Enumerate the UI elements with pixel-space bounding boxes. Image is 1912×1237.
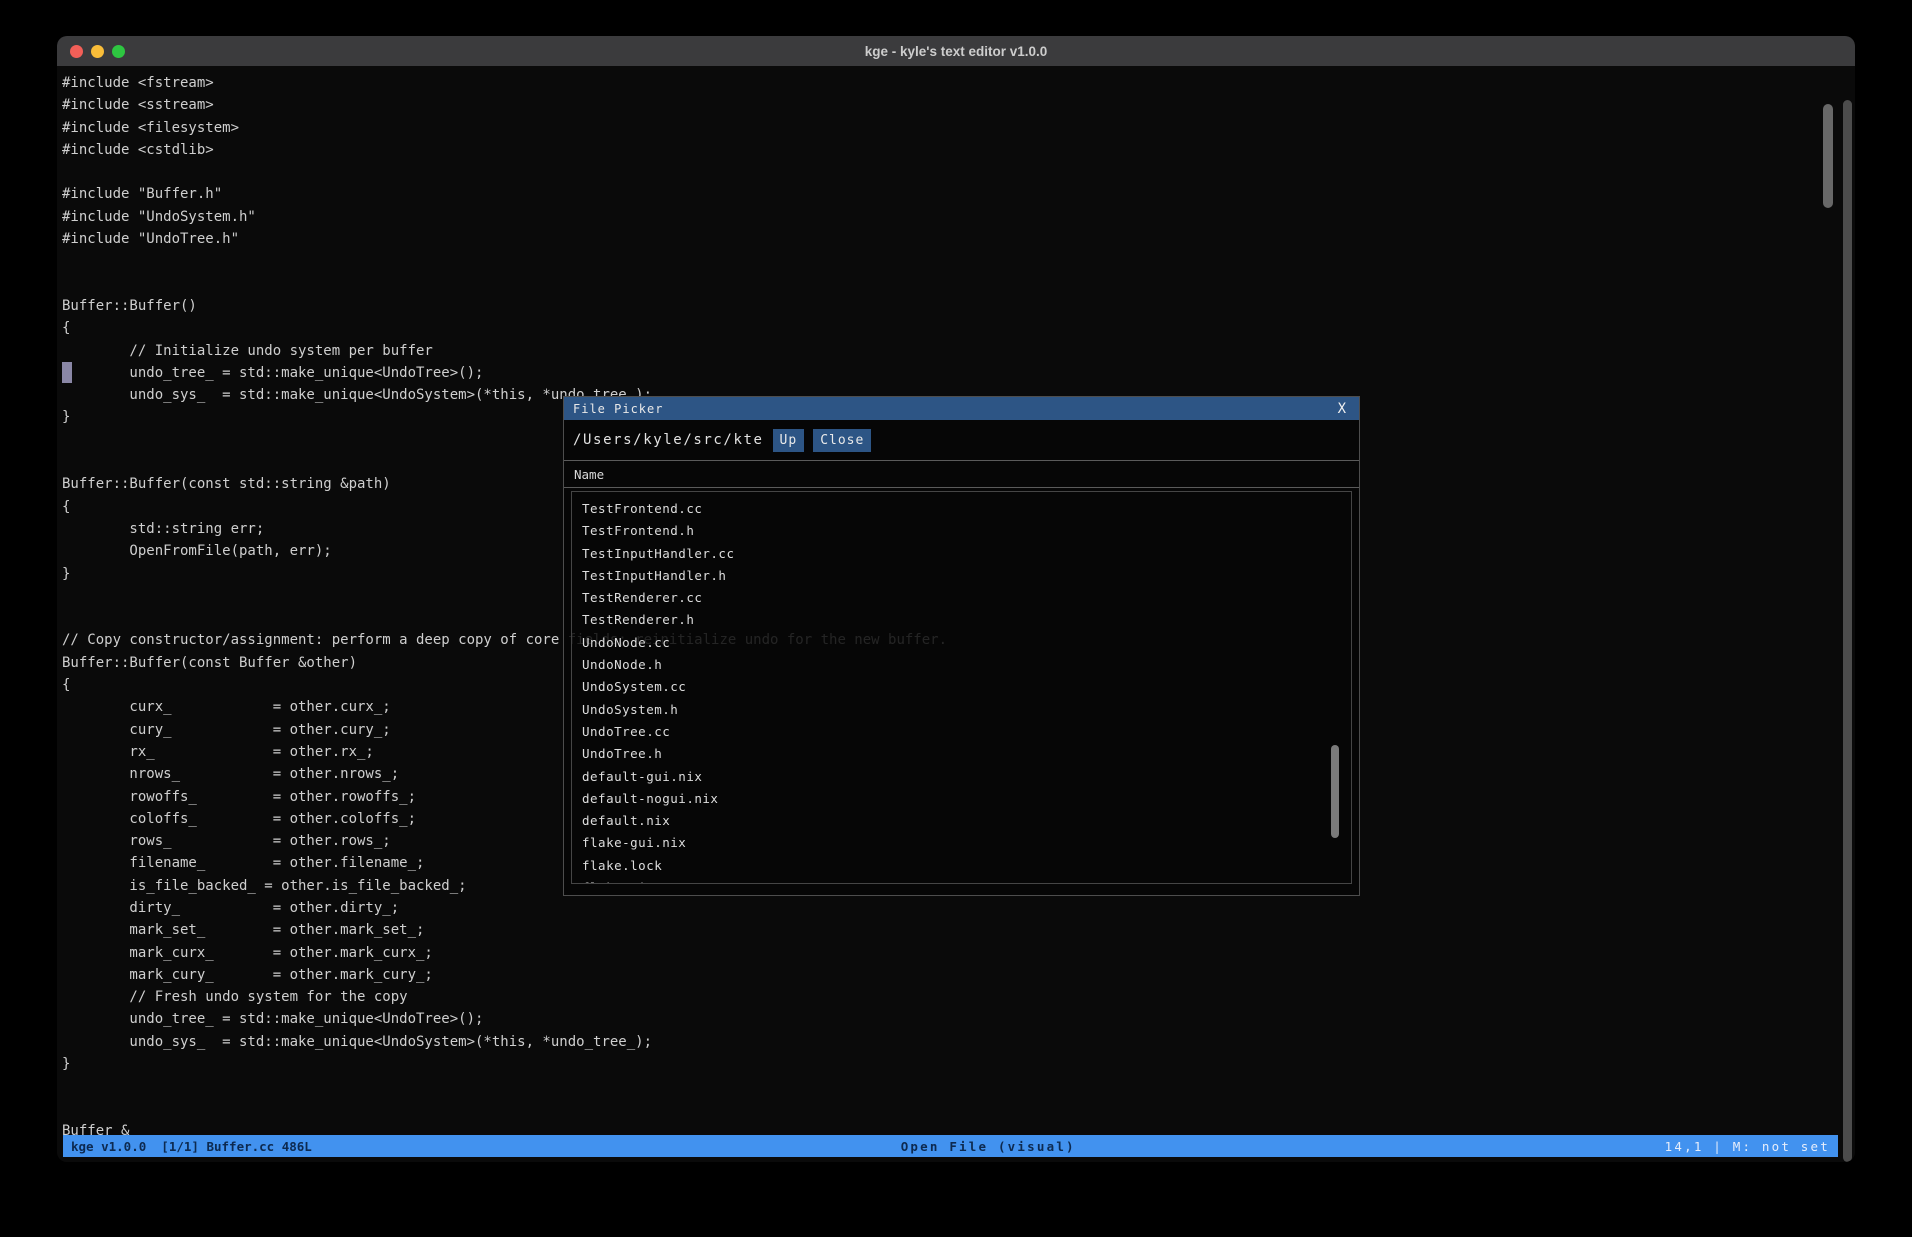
status-cursor-info: 14,1 | M: not set [1665, 1139, 1830, 1154]
file-picker-path-row: /Users/kyle/src/kte Up Close [564, 420, 1359, 461]
file-list-item[interactable]: default.nix [582, 810, 1351, 832]
file-picker-title: File Picker [564, 402, 663, 416]
code-line: #include <filesystem> [62, 117, 947, 139]
window-scrollbar-track[interactable] [1843, 100, 1852, 1162]
code-line: // Initialize undo system per buffer [62, 340, 947, 362]
name-column-header: Name [574, 467, 604, 482]
file-list-item[interactable]: flake-gui.nix [582, 832, 1351, 854]
app-window: kge - kyle's text editor v1.0.0 #include… [57, 36, 1855, 1162]
file-list[interactable]: TestFrontend.ccTestFrontend.hTestInputHa… [571, 491, 1352, 884]
code-line [62, 1075, 947, 1097]
file-picker-dialog: File Picker X /Users/kyle/src/kte Up Clo… [563, 396, 1360, 896]
file-list-item[interactable]: default-gui.nix [582, 766, 1351, 788]
file-list-item[interactable]: TestFrontend.h [582, 520, 1351, 542]
list-header-row: Name [564, 461, 1359, 488]
file-list-item[interactable]: UndoTree.h [582, 743, 1351, 765]
code-line: #include <fstream> [62, 72, 947, 94]
code-line: // Fresh undo system for the copy [62, 986, 947, 1008]
file-rows: TestFrontend.ccTestFrontend.hTestInputHa… [582, 498, 1351, 884]
code-line [62, 273, 947, 295]
status-bar: kge v1.0.0 [1/1] Buffer.cc 486L Open Fil… [63, 1135, 1838, 1157]
code-line: mark_set_ = other.mark_set_; [62, 919, 947, 941]
file-list-item[interactable]: TestInputHandler.h [582, 565, 1351, 587]
code-line: undo_tree_ = std::make_unique<UndoTree>(… [62, 1008, 947, 1030]
code-line [62, 250, 947, 272]
window-title: kge - kyle's text editor v1.0.0 [57, 44, 1855, 59]
file-list-item[interactable]: UndoSystem.cc [582, 676, 1351, 698]
code-line: #include <sstream> [62, 94, 947, 116]
file-list-item[interactable]: UndoNode.h [582, 654, 1351, 676]
file-list-item[interactable]: default-nogui.nix [582, 788, 1351, 810]
editor-scrollbar-thumb[interactable] [1823, 104, 1833, 208]
file-picker-titlebar[interactable]: File Picker X [564, 397, 1359, 420]
code-line [62, 161, 947, 183]
code-line: { [62, 317, 947, 339]
file-list-item[interactable]: TestInputHandler.cc [582, 543, 1351, 565]
current-path: /Users/kyle/src/kte [573, 432, 764, 448]
file-list-item[interactable]: TestRenderer.cc [582, 587, 1351, 609]
file-list-item[interactable]: flake.lock [582, 855, 1351, 877]
code-line: undo_tree_ = std::make_unique<UndoTree>(… [62, 362, 947, 384]
code-line: mark_curx_ = other.mark_curx_; [62, 942, 947, 964]
code-line: mark_cury_ = other.mark_cury_; [62, 964, 947, 986]
code-line: #include <cstdlib> [62, 139, 947, 161]
code-line: #include "Buffer.h" [62, 183, 947, 205]
status-file-info: kge v1.0.0 [1/1] Buffer.cc 486L [71, 1139, 312, 1154]
close-icon[interactable]: X [1325, 401, 1359, 417]
file-list-item[interactable]: UndoTree.cc [582, 721, 1351, 743]
file-list-scrollbar-thumb[interactable] [1331, 745, 1339, 838]
file-list-item[interactable]: flake.nix [582, 877, 1351, 884]
editor-text-area[interactable]: #include <fstream>#include <sstream>#inc… [57, 66, 1855, 1162]
window-titlebar[interactable]: kge - kyle's text editor v1.0.0 [57, 36, 1855, 66]
code-line: #include "UndoTree.h" [62, 228, 947, 250]
code-line: undo_sys_ = std::make_unique<UndoSystem>… [62, 1031, 947, 1053]
file-list-item[interactable]: UndoNode.cc [582, 632, 1351, 654]
code-line [62, 1098, 947, 1120]
up-button[interactable]: Up [773, 429, 805, 452]
file-list-item[interactable]: TestRenderer.h [582, 609, 1351, 631]
code-line: #include "UndoSystem.h" [62, 206, 947, 228]
file-list-item[interactable]: TestFrontend.cc [582, 498, 1351, 520]
code-line: } [62, 1053, 947, 1075]
code-line: dirty_ = other.dirty_; [62, 897, 947, 919]
code-line: Buffer::Buffer() [62, 295, 947, 317]
status-mode-info: Open File (visual) [901, 1139, 1076, 1154]
close-button[interactable]: Close [813, 429, 871, 452]
file-list-item[interactable]: UndoSystem.h [582, 699, 1351, 721]
